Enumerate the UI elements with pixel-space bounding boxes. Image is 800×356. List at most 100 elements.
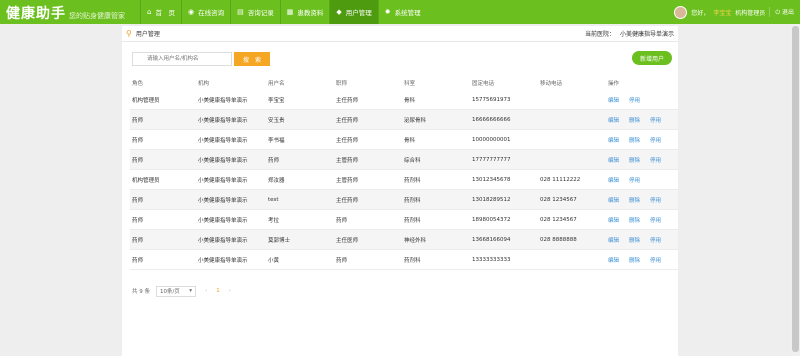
table-row: 药师 小美健康指导单演示 小黄 药师 药剂科 13333333333 编辑 删除… xyxy=(130,250,678,270)
logout-button[interactable]: ⏻ 退出 xyxy=(769,7,794,17)
top-bar: 健康助手 您的贴身健康管家 ⌂ 首 页 ◉ 在线咨询 ▤ 咨询记录 ▦ 患教资料… xyxy=(0,0,800,24)
cell-username: 莫郭博士 xyxy=(268,237,291,244)
edit-link[interactable]: 编辑 xyxy=(608,116,619,124)
cell-org: 小美健康指导单演示 xyxy=(198,157,248,164)
table-row: 机构管理员 小美健康指导单演示 李宝宝 主任药师 骨科 15775691973 … xyxy=(130,90,678,110)
delete-link[interactable]: 删除 xyxy=(629,116,640,124)
nav-label: 在线咨询 xyxy=(198,9,225,17)
search-input[interactable] xyxy=(132,52,232,66)
cell-title: 主任药师 xyxy=(336,97,359,104)
edit-link[interactable]: 编辑 xyxy=(608,216,619,224)
current-hospital: 当前医院： 小美健康指导单演示 xyxy=(585,29,674,38)
cell-dept: 药剂科 xyxy=(404,257,421,264)
disable-link[interactable]: 停用 xyxy=(650,116,661,124)
location-pin-icon: ⚲ xyxy=(126,29,132,38)
scrollbar-thumb[interactable] xyxy=(792,26,799,352)
prev-page-button[interactable]: ‹ xyxy=(205,288,207,294)
edit-link[interactable]: 编辑 xyxy=(608,156,619,164)
page-size-value: 10条/页 xyxy=(160,289,180,295)
disable-link[interactable]: 停用 xyxy=(650,216,661,224)
disable-link[interactable]: 停用 xyxy=(650,136,661,144)
edit-link[interactable]: 编辑 xyxy=(608,96,619,104)
cell-username: 郑汝器 xyxy=(268,177,285,184)
cell-mobile: 028 11112222 xyxy=(540,176,581,183)
edit-link[interactable]: 编辑 xyxy=(608,196,619,204)
disable-link[interactable]: 停用 xyxy=(650,196,661,204)
search-button[interactable]: 搜 索 xyxy=(234,52,270,66)
cell-title: 药师 xyxy=(336,217,348,224)
app-subtitle: 您的贴身健康管家 xyxy=(69,12,125,20)
disable-link[interactable]: 停用 xyxy=(629,96,640,104)
avatar[interactable] xyxy=(674,5,688,19)
cell-title: 药师 xyxy=(336,257,348,264)
nav-consult-records[interactable]: ▤ 咨询记录 xyxy=(230,0,280,24)
cell-actions: 编辑 删除 停用 xyxy=(608,136,678,144)
current-page[interactable]: 1 xyxy=(216,288,220,294)
edit-link[interactable]: 编辑 xyxy=(608,256,619,264)
cell-role: 药师 xyxy=(132,117,144,124)
column-header: 科室 xyxy=(404,81,416,87)
nav-home[interactable]: ⌂ 首 页 xyxy=(140,0,181,24)
disable-link[interactable]: 停用 xyxy=(650,256,661,264)
total-count: 共 9 条 xyxy=(132,289,150,295)
delete-link[interactable]: 删除 xyxy=(629,256,640,264)
cell-phone: 17777777777 xyxy=(472,156,511,163)
disable-link[interactable]: 停用 xyxy=(650,156,661,164)
cell-org: 小美健康指导单演示 xyxy=(198,217,248,224)
cell-dept: 综合科 xyxy=(404,157,421,164)
column-header: 移动电话 xyxy=(540,81,563,87)
hospital-name: 小美健康指导单演示 xyxy=(619,31,674,38)
cell-dept: 药剂科 xyxy=(404,177,421,184)
cell-phone: 13012345678 xyxy=(472,176,511,183)
nav-online-consult[interactable]: ◉ 在线咨询 xyxy=(180,0,230,24)
cell-mobile: 028 1234567 xyxy=(540,196,577,203)
document-icon: ▦ xyxy=(286,8,294,16)
cell-actions: 编辑 删除 停用 xyxy=(608,156,678,164)
nav-label: 患教资料 xyxy=(297,9,324,17)
nav-user-management[interactable]: ◆ 用户管理 xyxy=(329,0,378,24)
brand: 健康助手 您的贴身健康管家 xyxy=(0,0,140,24)
edit-link[interactable]: 编辑 xyxy=(608,176,619,184)
greeting: 您好， xyxy=(691,9,710,17)
hospital-label: 当前医院： xyxy=(585,31,616,38)
delete-link[interactable]: 删除 xyxy=(629,136,640,144)
app-title: 健康助手 xyxy=(6,6,66,22)
column-header: 操作 xyxy=(608,81,620,87)
disable-link[interactable]: 停用 xyxy=(629,176,640,184)
cell-dept: 药剂科 xyxy=(404,197,421,204)
edit-link[interactable]: 编辑 xyxy=(608,236,619,244)
user-name[interactable]: 李宝宝 xyxy=(713,8,731,17)
nav-patient-education[interactable]: ▦ 患教资料 xyxy=(279,0,330,24)
cell-actions: 编辑 删除 停用 xyxy=(608,116,678,124)
table-row: 药师 小美健康指导单演示 莫郭博士 主任医师 神经外科 13668166094 … xyxy=(130,230,678,250)
cell-dept: 泌尿骨科 xyxy=(404,117,427,124)
cell-phone: 13333333333 xyxy=(472,256,511,263)
delete-link[interactable]: 删除 xyxy=(629,196,640,204)
next-page-button[interactable]: › xyxy=(229,288,231,294)
cell-role: 药师 xyxy=(132,237,144,244)
cell-dept: 神经外科 xyxy=(404,237,427,244)
cell-phone: 16666666666 xyxy=(472,116,511,123)
nav-system-management[interactable]: ✹ 系统管理 xyxy=(377,0,427,24)
column-header: 用户名 xyxy=(268,81,285,87)
delete-link[interactable]: 删除 xyxy=(629,236,640,244)
cell-org: 小美健康指导单演示 xyxy=(198,137,248,144)
cell-actions: 编辑 删除 停用 xyxy=(608,236,678,244)
table-row: 机构管理员 小美健康指导单演示 郑汝器 主管药师 药剂科 13012345678… xyxy=(130,170,678,190)
disable-link[interactable]: 停用 xyxy=(650,236,661,244)
cell-role: 药师 xyxy=(132,137,144,144)
records-icon: ▤ xyxy=(237,8,244,16)
edit-link[interactable]: 编辑 xyxy=(608,136,619,144)
content-panel: ⚲ 用户管理 当前医院： 小美健康指导单演示 ⚲ 搜 索 新增用户 角色 机构 … xyxy=(122,26,678,356)
cell-role: 药师 xyxy=(132,217,144,224)
table-row: 药师 小美健康指导单演示 test 主任药师 药剂科 13018289512 0… xyxy=(130,190,678,210)
delete-link[interactable]: 删除 xyxy=(629,156,640,164)
page-size-select[interactable]: 10条/页 ▾ xyxy=(156,285,196,297)
user-role: 机构管理员 xyxy=(735,9,766,17)
nav-label: 用户管理 xyxy=(345,9,372,17)
delete-link[interactable]: 删除 xyxy=(629,216,640,224)
cell-role: 机构管理员 xyxy=(132,177,160,184)
cell-org: 小美健康指导单演示 xyxy=(198,117,248,124)
search-row: ⚲ 搜 索 新增用户 xyxy=(132,51,672,66)
add-user-button[interactable]: 新增用户 xyxy=(632,51,672,65)
